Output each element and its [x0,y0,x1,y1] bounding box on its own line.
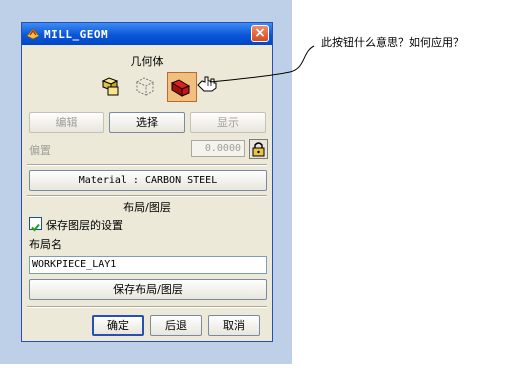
tool-blank-geometry[interactable] [131,72,161,102]
divider [27,164,267,166]
divider [27,306,267,308]
lock-button[interactable] [249,139,268,159]
title-bar[interactable]: MILL_GEOM × [22,23,272,45]
part-geometry-icon [101,77,119,96]
close-button[interactable]: × [251,25,269,42]
window-title: MILL_GEOM [44,27,109,41]
save-layer-settings-checkbox[interactable] [29,217,42,232]
back-button[interactable]: 后退 [150,315,202,336]
mill-geom-dialog: MILL_GEOM × 几何体 编辑 选择 显示 偏置 0.0000 Mater… [21,22,273,342]
divider [27,195,267,197]
tool-part-geometry[interactable] [97,72,127,102]
save-layer-settings-label: 保存图层的设置 [46,219,123,232]
offset-field[interactable]: 0.0000 [191,140,245,157]
blank-geometry-icon [135,77,155,96]
cancel-button[interactable]: 取消 [208,315,260,336]
app-logo-icon [26,28,40,40]
save-layout-button[interactable]: 保存布局/图层 [29,279,267,300]
tool-check-geometry[interactable] [167,72,197,102]
material-button[interactable]: Material : CARBON STEEL [29,170,267,191]
lock-icon [252,142,265,157]
offset-label: 偏置 [29,144,51,157]
edit-button[interactable]: 编辑 [29,112,104,133]
display-button[interactable]: 显示 [190,112,266,133]
layout-name-label: 布局名 [29,238,62,251]
select-button[interactable]: 选择 [109,112,185,133]
annotation-question: 此按钮什么意思？如何应用？ [321,36,464,49]
layout-name-input[interactable]: WORKPIECE_LAY1 [29,256,267,274]
checkmark-icon [31,223,40,232]
geometry-header: 几何体 [130,55,164,68]
layout-header: 布局/图层 [123,201,171,214]
pointer-hand-icon [197,76,217,92]
ok-button[interactable]: 确定 [92,315,144,336]
check-geometry-icon [170,79,191,97]
